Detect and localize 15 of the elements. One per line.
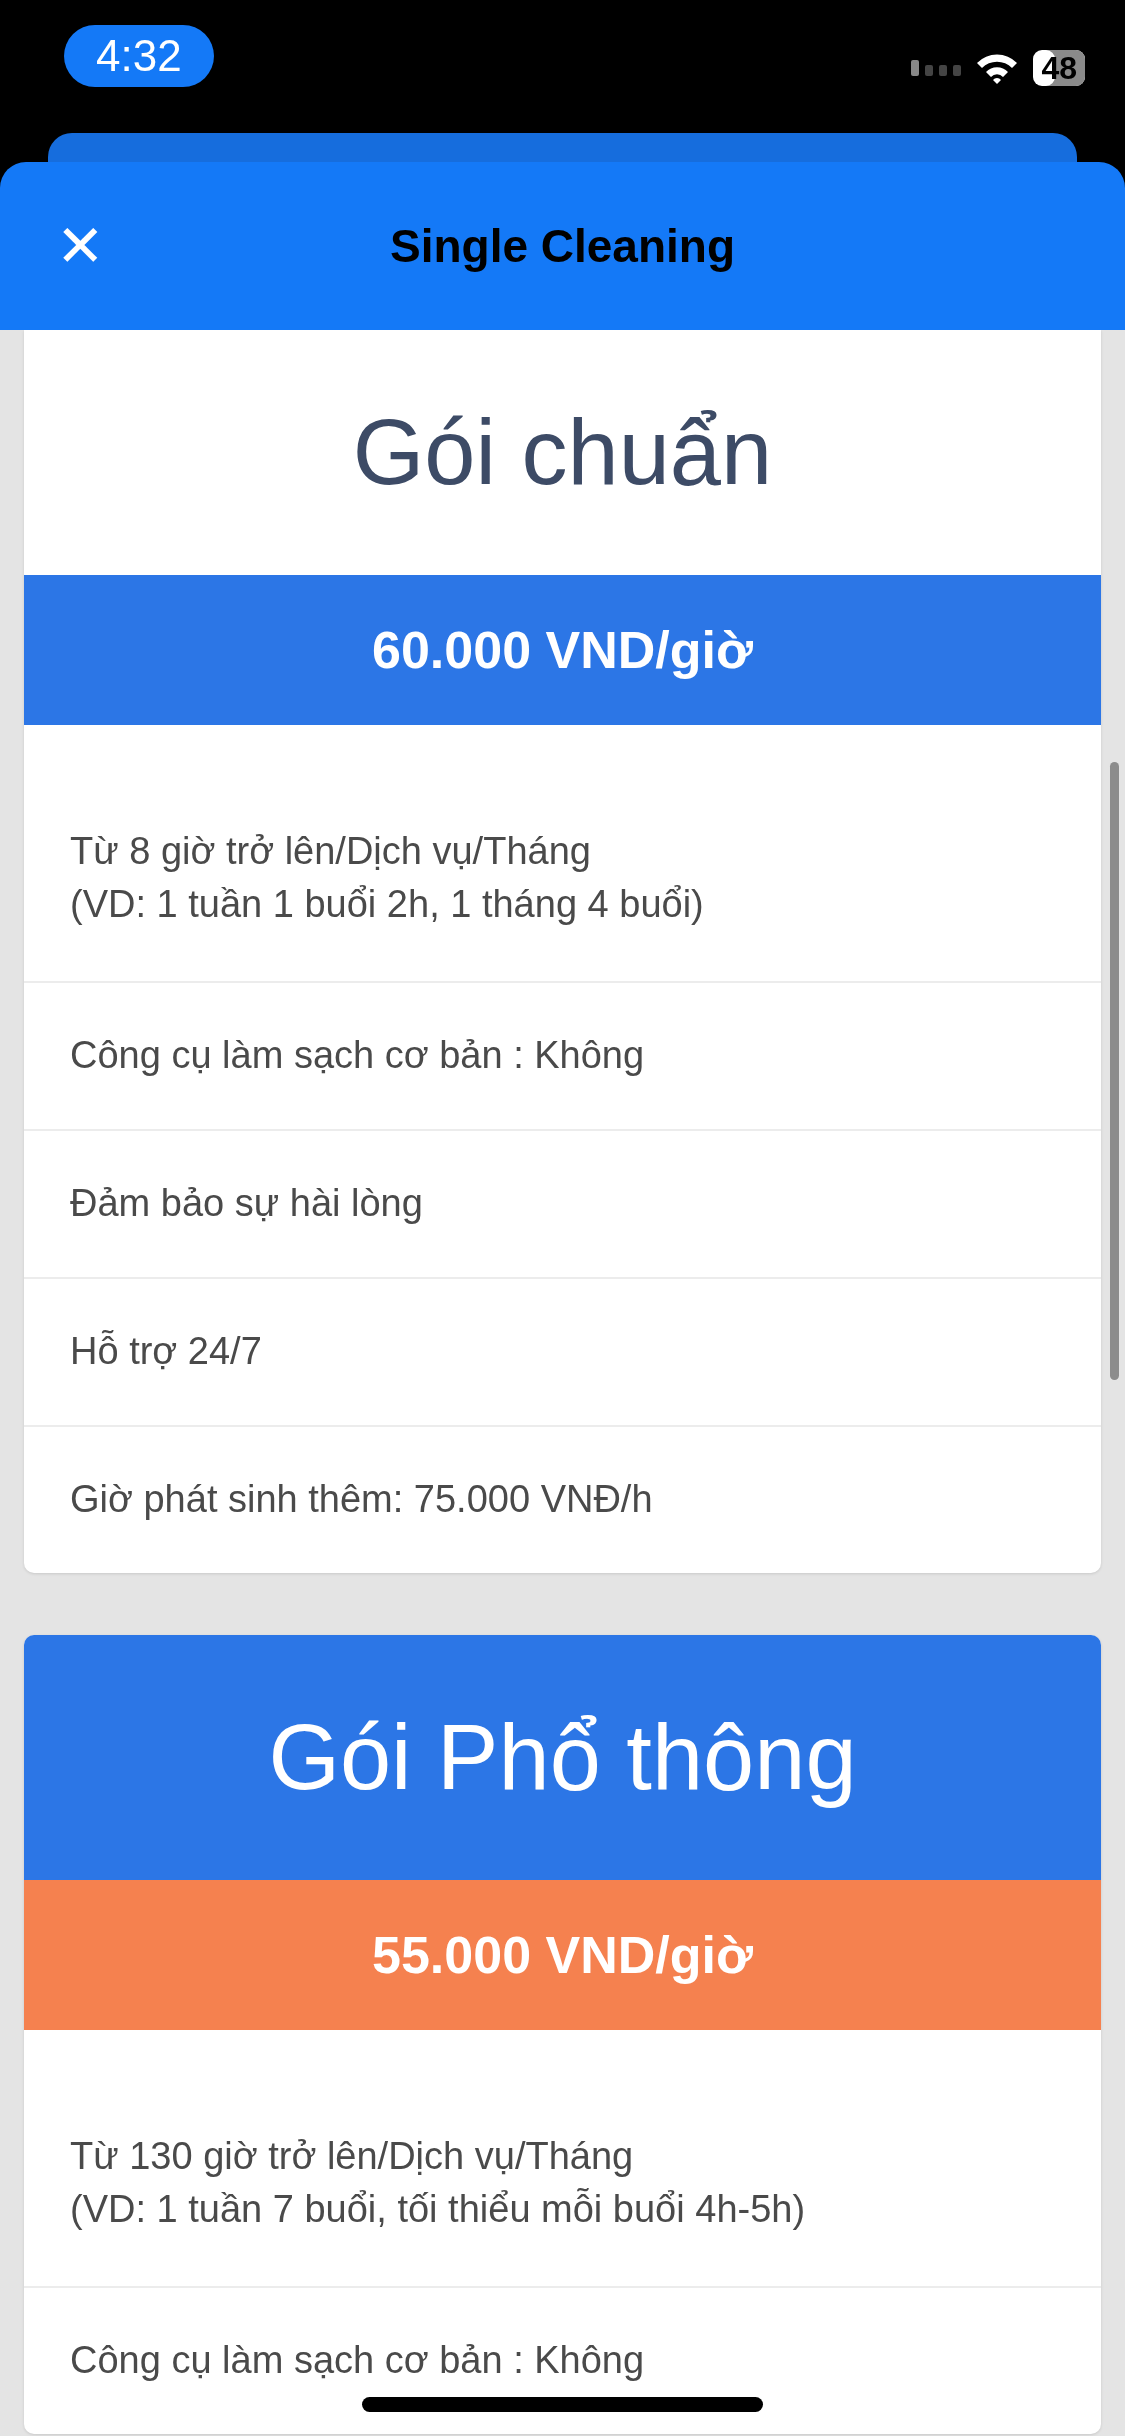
package-title: Gói chuẩn xyxy=(24,330,1101,575)
signal-icon xyxy=(911,60,962,76)
wifi-icon xyxy=(975,52,1020,84)
feature-text: Đảm bảo sự hài lòng xyxy=(24,1129,1101,1277)
price-bar: 60.000 VND/giờ xyxy=(24,575,1101,725)
header-title: Single Cleaning xyxy=(389,219,735,273)
feature-text: Từ 130 giờ trở lên/Dịch vụ/Tháng (VD: 1 tuần 7 buổi, tối thiểu mỗi buổi 4h-5h) xyxy=(69,2134,807,2232)
feature-text: Hỗ trợ 24/7 xyxy=(24,1277,1101,1425)
feature-text: Công cụ làm sạch cơ bản : Không xyxy=(24,981,1101,1129)
status-time: 4:32 xyxy=(64,25,214,87)
price-bar: 55.000 VND/giờ xyxy=(24,1880,1101,2030)
close-button[interactable]: ✕ xyxy=(46,212,115,280)
feature-text: Từ 8 giờ trở lên/Dịch vụ/Tháng (VD: 1 tuần 1 buổi 2h, 1 tháng 4 buổi) xyxy=(69,829,705,927)
package-title: Gói Phổ thông xyxy=(24,1635,1101,1880)
feature-text: Giờ phát sinh thêm: 75.000 VNĐ/h xyxy=(24,1425,1101,1573)
